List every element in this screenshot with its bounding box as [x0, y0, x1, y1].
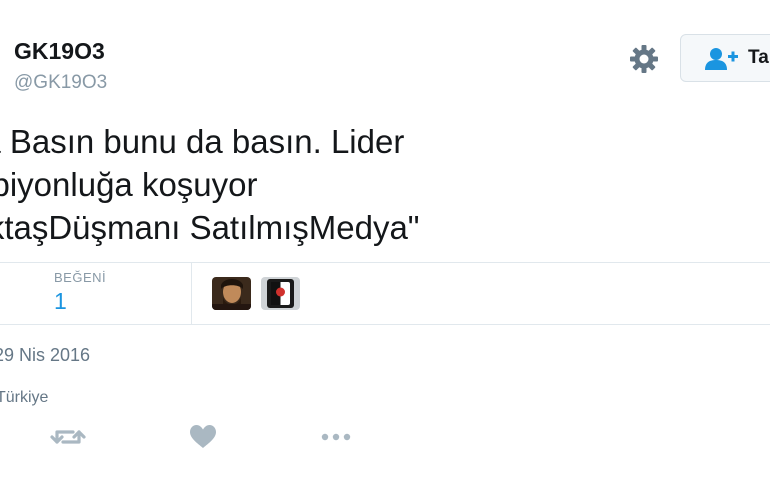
gear-icon: [630, 45, 658, 73]
like-button[interactable]: [185, 422, 221, 452]
follow-label: Ta: [748, 47, 769, 68]
more-button[interactable]: [318, 422, 354, 452]
retweet-button[interactable]: [50, 422, 86, 452]
liker-avatar-image: [261, 277, 300, 310]
liker-avatar-image: [212, 277, 251, 310]
divider: [0, 262, 770, 263]
user-display-name[interactable]: GK19O3: [14, 38, 105, 65]
retweet-icon: [50, 430, 86, 444]
tweet-text-line: ba Basın bunu da basın. Lider: [0, 123, 405, 160]
tweet-text: ba Basın bunu da basın. Lider mpiyonluğa…: [0, 120, 724, 249]
liker-avatar[interactable]: [212, 277, 251, 310]
tweet-date[interactable]: 29 Nis 2016: [0, 345, 90, 366]
tweet-text-line: şiktaşDüşmanı SatılmışMedya": [0, 209, 420, 246]
likes-count[interactable]: 1: [54, 288, 67, 315]
tweet-location[interactable]: Türkiye: [0, 389, 48, 407]
divider: [0, 324, 770, 325]
add-user-icon: [705, 48, 738, 70]
tweet-detail: GK19O3 @GK19O3 Ta ba Basın bunu da basın…: [0, 0, 770, 485]
more-icon: [321, 433, 351, 441]
likes-label[interactable]: BEĞENİ: [54, 270, 106, 285]
tweet-text-line: mpiyonluğa koşuyor: [0, 166, 258, 203]
divider: [191, 263, 192, 324]
settings-button[interactable]: [626, 41, 662, 77]
heart-icon: [190, 425, 216, 448]
user-handle[interactable]: @GK19O3: [14, 72, 107, 94]
follow-button[interactable]: Ta: [680, 34, 770, 82]
liker-avatar[interactable]: [261, 277, 300, 310]
